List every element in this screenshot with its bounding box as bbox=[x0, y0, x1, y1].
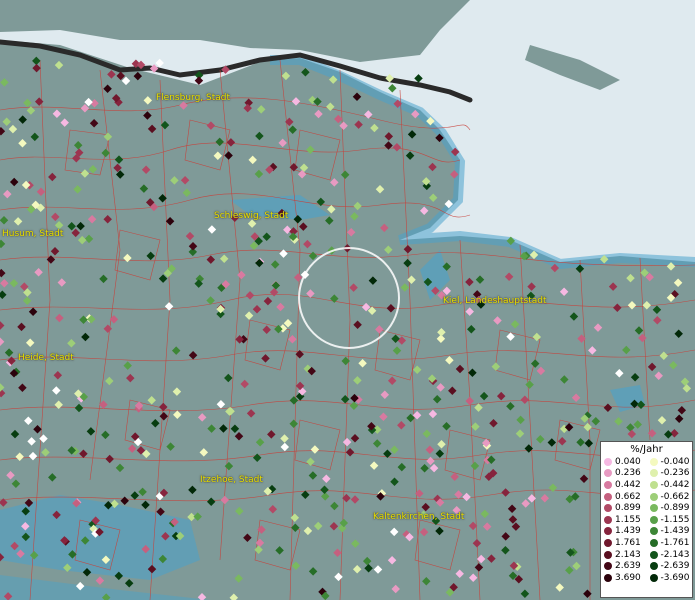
legend-entry-positive: 0.236 bbox=[601, 468, 647, 478]
legend-value: 1.155 bbox=[615, 514, 641, 525]
legend-swatch bbox=[604, 492, 612, 501]
legend-title: %/Jahr bbox=[630, 444, 663, 455]
legend-swatch bbox=[604, 538, 612, 547]
legend-swatch bbox=[604, 573, 612, 582]
legend-entry-negative: -3.690 bbox=[647, 573, 693, 583]
legend-entry-positive: 0.899 bbox=[601, 503, 647, 513]
legend-entry-positive: 2.639 bbox=[601, 561, 647, 571]
legend-value: -0.040 bbox=[660, 456, 690, 467]
legend-row: 2.639 -2.639 bbox=[601, 560, 692, 572]
legend-entry-positive: 3.690 bbox=[601, 573, 647, 583]
legend-swatch bbox=[604, 469, 612, 478]
legend-value: -1.439 bbox=[660, 526, 690, 537]
legend-entry-positive: 1.439 bbox=[601, 526, 647, 536]
legend-value: -2.639 bbox=[660, 561, 690, 572]
legend-value: -0.899 bbox=[660, 503, 690, 514]
legend-entry-negative: -1.155 bbox=[647, 515, 693, 525]
legend-entry-negative: -0.662 bbox=[647, 492, 693, 502]
legend-swatch bbox=[649, 492, 658, 501]
legend-row: 0.899 -0.899 bbox=[601, 502, 692, 514]
legend-entry-negative: -0.442 bbox=[647, 480, 693, 490]
legend-swatch bbox=[649, 550, 658, 559]
legend-swatch bbox=[649, 504, 658, 513]
legend-row: 0.040 -0.040 bbox=[601, 456, 692, 468]
legend-entry-negative: -1.761 bbox=[647, 538, 693, 548]
legend-swatch bbox=[649, 457, 658, 466]
legend-row: 3.690 -3.690 bbox=[601, 572, 692, 584]
city-label-heide: Heide, Stadt bbox=[18, 353, 74, 363]
legend-value: 0.662 bbox=[615, 491, 641, 502]
legend-swatch bbox=[649, 527, 658, 536]
legend-entry-positive: 1.155 bbox=[601, 515, 647, 525]
legend-entry-negative: -0.236 bbox=[647, 468, 693, 478]
legend-value: 0.442 bbox=[615, 479, 641, 490]
legend-swatch bbox=[604, 562, 612, 571]
legend-entry-negative: -2.639 bbox=[647, 561, 693, 571]
legend-value: -3.690 bbox=[660, 572, 690, 583]
legend-entry-positive: 0.040 bbox=[601, 457, 647, 467]
map-view[interactable]: Flensburg, Stadt Schleswig, Stadt Husum,… bbox=[0, 0, 695, 600]
legend-swatch bbox=[604, 527, 612, 536]
legend-value: 1.439 bbox=[615, 526, 641, 537]
legend-swatch bbox=[649, 469, 658, 478]
legend-swatch bbox=[604, 550, 612, 559]
legend-row: 0.442 -0.442 bbox=[601, 479, 692, 491]
legend-value: -0.236 bbox=[660, 468, 690, 479]
legend-value: 3.690 bbox=[615, 572, 641, 583]
legend-value: -1.155 bbox=[660, 514, 690, 525]
legend-value: 0.236 bbox=[615, 468, 641, 479]
city-label-kiel: Kiel, Landeshauptstadt bbox=[443, 296, 547, 306]
legend-row: 0.662 -0.662 bbox=[601, 491, 692, 503]
legend-entry-positive: 0.442 bbox=[601, 480, 647, 490]
legend-value: 2.639 bbox=[615, 561, 641, 572]
legend-value: 0.899 bbox=[615, 503, 641, 514]
legend-entry-positive: 2.143 bbox=[601, 550, 647, 560]
city-label-kaltenkirchen: Kaltenkirchen, Stadt bbox=[373, 512, 465, 522]
legend-swatch bbox=[649, 538, 658, 547]
map-base bbox=[0, 0, 695, 600]
legend-entry-positive: 1.761 bbox=[601, 538, 647, 548]
city-label-itzehoe: Itzehoe, Stadt bbox=[200, 475, 263, 485]
legend-entry-negative: -2.143 bbox=[647, 550, 693, 560]
legend-value: 2.143 bbox=[615, 549, 641, 560]
legend-row: 1.761 -1.761 bbox=[601, 537, 692, 549]
legend-value: 0.040 bbox=[615, 456, 641, 467]
legend-entry-negative: -0.040 bbox=[647, 457, 693, 467]
legend-rows: 0.040 -0.040 0.236 -0.236 0.442 -0.442 0.662 -0… bbox=[601, 456, 692, 584]
city-label-flensburg: Flensburg, Stadt bbox=[156, 93, 230, 103]
city-label-husum: Husum, Stadt bbox=[2, 229, 64, 239]
legend-value: -0.662 bbox=[660, 491, 690, 502]
legend-entry-positive: 0.662 bbox=[601, 492, 647, 502]
legend-swatch bbox=[649, 480, 658, 489]
legend-row: 0.236 -0.236 bbox=[601, 468, 692, 480]
legend-value: 1.761 bbox=[615, 537, 641, 548]
legend-swatch bbox=[604, 504, 612, 513]
legend-row: 1.439 -1.439 bbox=[601, 526, 692, 538]
legend-value: -0.442 bbox=[660, 479, 690, 490]
legend-entry-negative: -1.439 bbox=[647, 526, 693, 536]
legend: %/Jahr 0.040 -0.040 0.236 -0.236 0.442 -0.442… bbox=[600, 441, 693, 598]
city-label-schleswig: Schleswig, Stadt bbox=[214, 211, 289, 221]
legend-swatch bbox=[649, 562, 658, 571]
legend-row: 1.155 -1.155 bbox=[601, 514, 692, 526]
legend-swatch bbox=[604, 480, 612, 489]
legend-swatch bbox=[604, 457, 612, 466]
legend-entry-negative: -0.899 bbox=[647, 503, 693, 513]
legend-swatch bbox=[649, 515, 658, 524]
legend-swatch bbox=[649, 573, 658, 582]
legend-value: -2.143 bbox=[660, 549, 690, 560]
legend-swatch bbox=[604, 515, 612, 524]
legend-row: 2.143 -2.143 bbox=[601, 549, 692, 561]
legend-value: -1.761 bbox=[660, 537, 690, 548]
